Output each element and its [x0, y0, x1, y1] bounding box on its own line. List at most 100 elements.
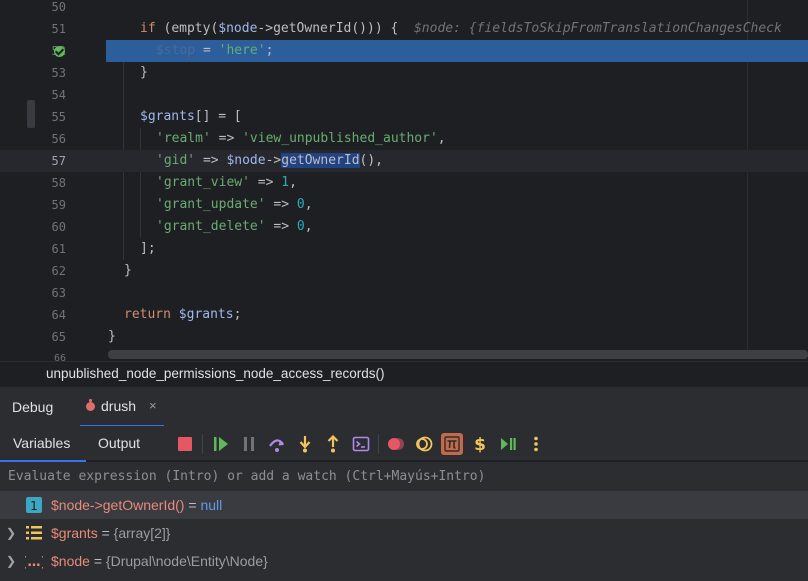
- code-line: 53 }: [0, 62, 808, 84]
- line-number: 53: [51, 66, 66, 80]
- code-line: 56 'realm' => 'view_unpublished_author',: [0, 128, 808, 150]
- tab-variables[interactable]: Variables: [0, 426, 86, 462]
- code-text: }: [108, 329, 116, 344]
- evaluate-expression-input[interactable]: [8, 462, 798, 491]
- svg-text:$: $: [474, 435, 486, 453]
- breakpoints-icon: [388, 438, 404, 450]
- pause-button[interactable]: [238, 433, 260, 455]
- mute-breakpoints-button[interactable]: [413, 433, 435, 455]
- code-text: $stop = 'here';: [156, 43, 274, 58]
- step-into-button[interactable]: [294, 433, 316, 455]
- line-number: 66: [53, 353, 66, 361]
- code-line: 61 ];: [0, 238, 808, 260]
- code-line: 60 'grant_delete' => 0,: [0, 216, 808, 238]
- horizontal-scrollbar[interactable]: [108, 350, 808, 359]
- code-line: 55 $grants[] = [: [0, 106, 808, 128]
- code-line: 50: [0, 0, 808, 18]
- step-out-icon: [327, 435, 339, 453]
- line-number: 50: [51, 0, 66, 14]
- bug-icon: [86, 399, 95, 411]
- code-line: 54: [0, 84, 808, 106]
- line-number: 64: [51, 308, 66, 322]
- stop-icon: [178, 437, 192, 451]
- debug-session-tab[interactable]: drush ×: [72, 387, 172, 427]
- debug-toolbar: Variables Output $: [0, 426, 808, 462]
- watch-row[interactable]: 1 $node->getOwnerId() = null: [0, 491, 808, 519]
- code-line: 51 if (empty($node->getOwnerId())) { $no…: [0, 18, 808, 40]
- code-line: 65 }: [0, 326, 808, 348]
- code-text: ];: [140, 241, 156, 256]
- line-number: 60: [51, 220, 66, 234]
- selected-text: getOwnerId: [281, 153, 360, 168]
- caret-line: 57 'gid' => $node->getOwnerId(),: [0, 150, 808, 172]
- tab-label: Variables: [13, 435, 71, 451]
- variable-row[interactable]: ❯ {…} $node = {Drupal\node\Entity\Node}: [0, 547, 808, 575]
- code-text: }: [140, 65, 148, 80]
- code-text: return $grants;: [124, 307, 242, 322]
- code-editor[interactable]: 50 51 if (empty($node->getOwnerId())) { …: [0, 0, 808, 361]
- code-text: 'gid' => $node->getOwnerId(),: [156, 153, 384, 168]
- code-text: 'grant_update' => 0,: [156, 197, 313, 212]
- stop-button[interactable]: [174, 433, 196, 455]
- more-vertical-icon: [534, 436, 538, 452]
- code-text: 'grant_delete' => 0,: [156, 219, 313, 234]
- variable-name: $grants = {array[2]}: [51, 525, 171, 541]
- line-number: 51: [51, 22, 66, 36]
- code-text: }: [124, 263, 132, 278]
- toolbar-separator: [378, 434, 379, 454]
- more-options-button[interactable]: [525, 433, 547, 455]
- pause-icon: [244, 437, 254, 451]
- array-icon: [26, 526, 42, 540]
- tab-label: Output: [98, 435, 141, 451]
- evaluate-expression-bar: [0, 462, 808, 491]
- pi-icon: [444, 436, 460, 452]
- line-number: 56: [51, 132, 66, 146]
- inline-value-hint: $node: {fieldsToSkipFromTranslationChang…: [413, 21, 782, 36]
- watch-icon: 1: [26, 497, 42, 513]
- code-line: 58 'grant_view' => 1,: [0, 172, 808, 194]
- resume-icon: [214, 437, 228, 451]
- mute-breakpoints-icon: [416, 436, 433, 452]
- breadcrumb[interactable]: unpublished_node_permissions_node_access…: [46, 362, 384, 386]
- chevron-right-icon[interactable]: ❯: [6, 526, 18, 540]
- variable-value: {Drupal\node\Entity\Node}: [105, 553, 268, 569]
- object-icon: {…}: [25, 555, 43, 570]
- code-text: 'realm' => 'view_unpublished_author',: [156, 131, 446, 146]
- tab-output[interactable]: Output: [86, 426, 156, 461]
- code-line: 62 }: [0, 260, 808, 282]
- session-label: drush: [101, 398, 137, 414]
- breakpoint-check-icon[interactable]: [54, 46, 65, 57]
- line-number: 58: [51, 176, 66, 190]
- line-number: 59: [51, 198, 66, 212]
- code-text: if (empty($node->getOwnerId())) { $node:…: [140, 21, 782, 36]
- variable-value: {array[2]}: [113, 525, 171, 541]
- break-at-first-line-button[interactable]: [441, 433, 463, 455]
- svg-text:{…}: {…}: [25, 555, 43, 570]
- close-icon[interactable]: ×: [149, 398, 157, 413]
- tool-window-title: Debug: [12, 399, 54, 415]
- code-text: 'grant_view' => 1,: [156, 175, 297, 190]
- variable-row[interactable]: ❯ $grants = {array[2]}: [0, 519, 808, 547]
- code-line: 64 return $grants;: [0, 304, 808, 326]
- step-over-icon: [269, 439, 284, 452]
- line-number: 54: [51, 88, 66, 102]
- variable-name: $node = {Drupal\node\Entity\Node}: [51, 553, 268, 569]
- php-listen-button[interactable]: $: [469, 433, 491, 455]
- toolbar-separator: [202, 434, 203, 454]
- step-over-button[interactable]: [266, 433, 288, 455]
- resume-program-button[interactable]: [497, 433, 519, 455]
- view-breakpoints-button[interactable]: [385, 433, 407, 455]
- variable-value: null: [200, 497, 223, 513]
- code-line: 63: [0, 282, 808, 304]
- line-number: 57: [51, 154, 66, 168]
- dollar-icon: $: [474, 435, 486, 453]
- resume-button[interactable]: [210, 433, 232, 455]
- code-line: 59 'grant_update' => 0,: [0, 194, 808, 216]
- svg-text:1: 1: [30, 499, 38, 513]
- chevron-right-icon[interactable]: ❯: [6, 554, 18, 568]
- step-out-button[interactable]: [322, 433, 344, 455]
- breadcrumb-bar: unpublished_node_permissions_node_access…: [0, 361, 808, 385]
- terminal-icon: [352, 436, 370, 452]
- code-text: $grants[] = [: [140, 109, 242, 124]
- console-button[interactable]: [350, 433, 372, 455]
